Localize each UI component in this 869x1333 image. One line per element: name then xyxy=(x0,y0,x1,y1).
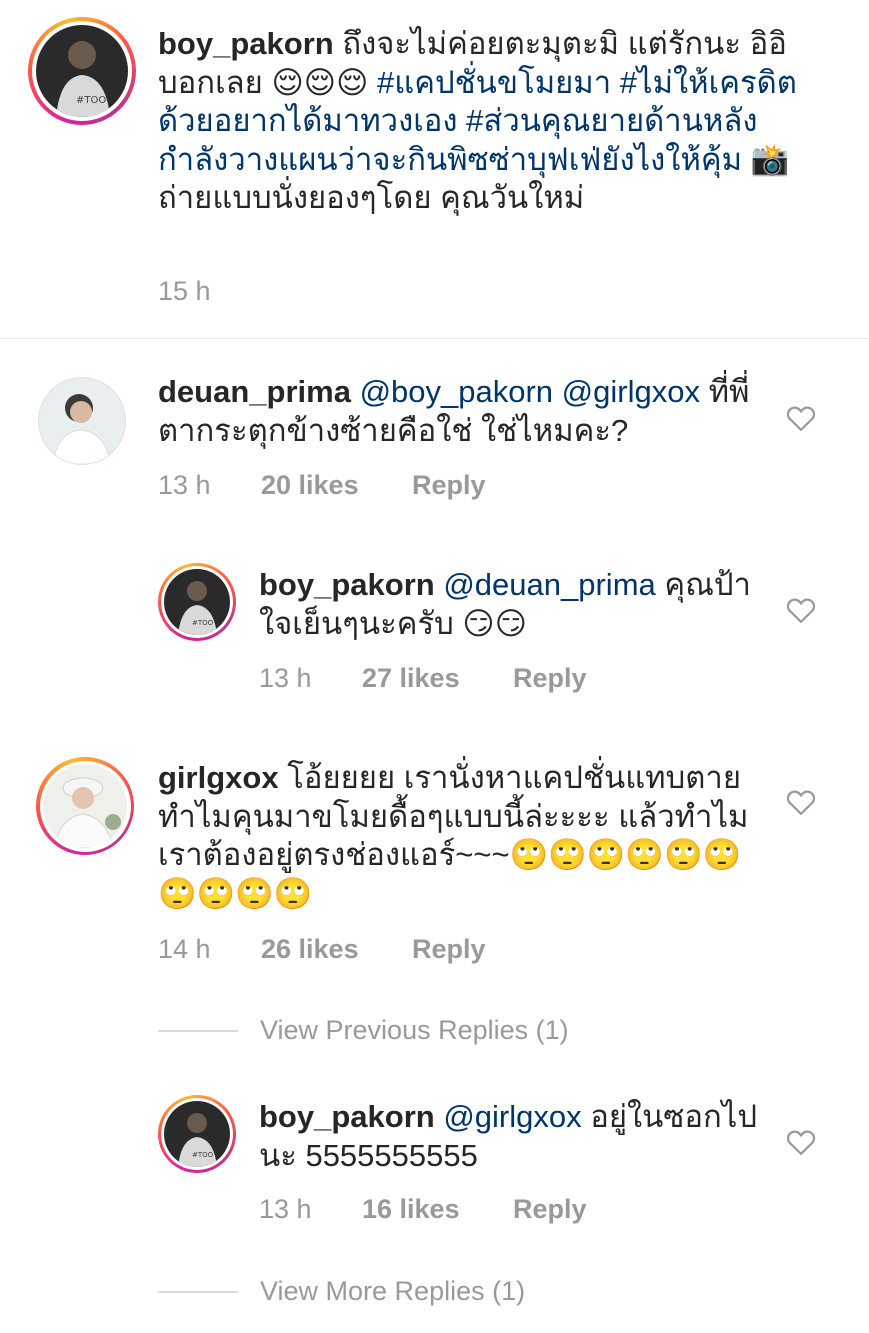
svg-text:#TOO: #TOO xyxy=(192,1151,214,1159)
comment-text: deuan_prima @boy_pakorn @girlgxox ที่พี่… xyxy=(158,373,768,450)
comment-text: boy_pakorn @girlgxox อยู่ในซอกไปนะ 55555… xyxy=(259,1098,759,1175)
comment-meta: 14 h 26 likes Reply xyxy=(158,934,486,965)
comment-username[interactable]: boy_pakorn xyxy=(259,567,435,602)
comment-text: boy_pakorn @deuan_prima คุณป้า ใจเย็นๆนะ… xyxy=(259,566,759,643)
caption-text: boy_pakorn ถึงจะไม่ค่อยตะมุตะมิ แต่รักนะ… xyxy=(158,25,798,218)
replies-divider-line xyxy=(158,1029,238,1032)
timestamp: 15 h xyxy=(158,276,211,306)
reply-button[interactable]: Reply xyxy=(412,934,486,965)
reply-button[interactable]: Reply xyxy=(513,663,587,694)
caption-meta: 15 h xyxy=(158,276,261,307)
heart-outline-icon[interactable] xyxy=(786,596,816,624)
mention-link[interactable]: @boy_pakorn @girlgxox xyxy=(351,374,700,409)
view-previous-replies-label: View Previous Replies (1) xyxy=(260,1015,569,1045)
avatar[interactable] xyxy=(38,377,126,465)
likes-count[interactable]: 20 likes xyxy=(261,470,412,501)
caption-text-2: ถ่ายแบบนั่งยองๆโดย คุณวันใหม่ xyxy=(158,180,585,215)
mention-link[interactable]: @girlgxox xyxy=(435,1099,581,1134)
avatar[interactable]: #TOO xyxy=(28,17,136,125)
likes-count[interactable]: 26 likes xyxy=(261,934,412,965)
timestamp: 13 h xyxy=(259,663,312,693)
view-more-replies-label: View More Replies (1) xyxy=(260,1276,526,1306)
svg-text:#TOO: #TOO xyxy=(192,619,214,627)
comment-meta: 13 h 20 likes Reply xyxy=(158,470,486,501)
comment-username[interactable]: girlgxox xyxy=(158,760,279,795)
likes-count[interactable]: 16 likes xyxy=(362,1194,513,1225)
caption-username[interactable]: boy_pakorn xyxy=(158,26,334,61)
avatar[interactable] xyxy=(36,757,134,855)
mention-link[interactable]: @deuan_prima xyxy=(435,567,655,602)
avatar[interactable]: #TOO xyxy=(158,563,236,641)
reply-button[interactable]: Reply xyxy=(412,470,486,501)
view-more-replies-button[interactable]: View More Replies (1) xyxy=(158,1276,525,1307)
replies-divider-line xyxy=(158,1290,238,1293)
heart-outline-icon[interactable] xyxy=(786,1128,816,1156)
caption-emoji-1: 😌😌😌 xyxy=(271,64,369,100)
heart-outline-icon[interactable] xyxy=(786,404,816,432)
avatar[interactable]: #TOO xyxy=(158,1095,236,1173)
likes-count[interactable]: 27 likes xyxy=(362,663,513,694)
timestamp: 13 h xyxy=(259,1194,312,1224)
comment-username[interactable]: deuan_prima xyxy=(158,374,351,409)
comment-username[interactable]: boy_pakorn xyxy=(259,1099,435,1134)
heart-outline-icon[interactable] xyxy=(786,788,816,816)
timestamp: 13 h xyxy=(158,470,211,500)
reply-button[interactable]: Reply xyxy=(513,1194,587,1225)
divider xyxy=(0,338,869,339)
view-previous-replies-button[interactable]: View Previous Replies (1) xyxy=(158,1015,569,1046)
hashtag-link[interactable]: #แคปชั่นขโมยมา xyxy=(368,65,611,100)
camera-emoji: 📸 xyxy=(742,141,790,177)
timestamp: 14 h xyxy=(158,934,211,964)
comment-text: girlgxox โอ้ยยยย เรานั่งหาแคปชั่นแทบตาย … xyxy=(158,759,758,913)
comment-meta: 13 h 27 likes Reply xyxy=(259,663,587,694)
comment-meta: 13 h 16 likes Reply xyxy=(259,1194,587,1225)
svg-text:#TOO: #TOO xyxy=(76,95,106,106)
